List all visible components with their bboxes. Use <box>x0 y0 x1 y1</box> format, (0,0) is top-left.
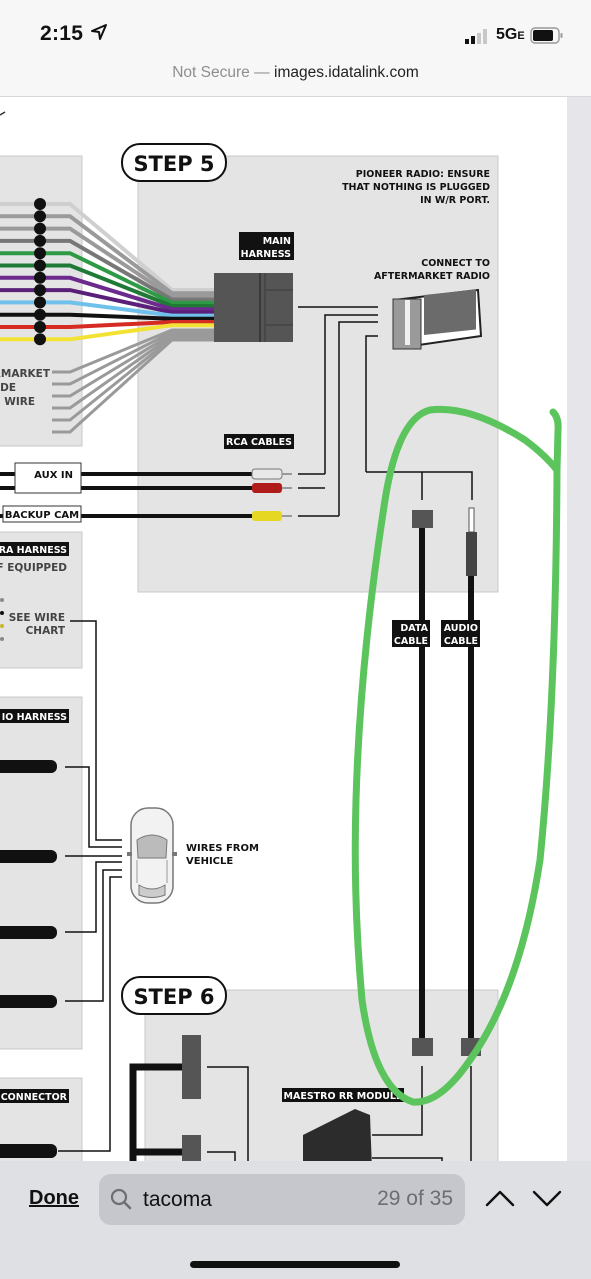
security-label: Not Secure — <box>172 64 270 81</box>
see-wire-2: CHART <box>26 625 66 637</box>
harness-plug-3 <box>0 926 57 939</box>
wire-junction-dot <box>34 333 46 346</box>
vehicle-label-2: VEHICLE <box>186 856 233 867</box>
vehicle-top-view-icon <box>127 807 177 904</box>
wiring-diagram-svg: MAIN HARNESS STEP 5 PIONEER RADIO: ENSUR… <box>0 111 562 1163</box>
cellular-signal-icon <box>465 29 487 44</box>
done-button[interactable]: Done <box>29 1187 79 1210</box>
audio-jack-tip <box>468 507 475 533</box>
data-cable-connector-top <box>412 510 433 528</box>
wire-junction-dot <box>34 284 46 297</box>
wiring-diagram: MAIN HARNESS STEP 5 PIONEER RADIO: ENSUR… <box>0 97 567 1163</box>
if-equipped-label: IF EQUIPPED <box>0 562 67 574</box>
harness-plug-4 <box>0 995 57 1008</box>
audio-cable-label-1: AUDIO <box>444 623 478 634</box>
url-host: images.idatalink.com <box>274 64 419 81</box>
data-cable-connector-bottom <box>412 1038 433 1056</box>
location-arrow-icon <box>91 24 107 40</box>
wire-junction-dot <box>34 198 46 210</box>
audio-cable-label-2: CABLE <box>444 636 478 647</box>
rca-label: RCA CABLES <box>226 437 292 448</box>
main-harness-label-1: MAIN <box>263 236 291 247</box>
wire-junction-dot <box>34 296 46 309</box>
find-in-page-bar: Done 29 of 35 <box>0 1161 591 1279</box>
chevron-down-icon[interactable] <box>530 1183 564 1213</box>
rca-yellow-plug <box>252 511 282 521</box>
pioneer-note-3: IN W/R PORT. <box>420 195 490 206</box>
match-count: 29 of 35 <box>377 1187 453 1210</box>
step6-badge-text: STEP 6 <box>133 985 214 1009</box>
connector-plug <box>0 1144 57 1158</box>
pioneer-note-1: PIONEER RADIO: ENSURE <box>356 169 490 180</box>
rca-white-plug <box>251 468 283 480</box>
home-indicator <box>190 1261 400 1268</box>
step6-connector-1 <box>182 1035 201 1099</box>
connect-label-1: CONNECT TO <box>421 258 490 269</box>
find-input[interactable] <box>143 1174 353 1225</box>
step5-badge-text: STEP 5 <box>133 152 214 176</box>
wire-junction-dot <box>34 259 46 272</box>
data-cable-label-1: DATA <box>400 623 428 634</box>
aux-in-label: AUX IN <box>34 470 73 481</box>
web-page[interactable]: MAIN HARNESS STEP 5 PIONEER RADIO: ENSUR… <box>0 97 591 1163</box>
wire-junction-dot <box>34 222 46 235</box>
step6-connector-2 <box>182 1135 201 1163</box>
url-bar[interactable]: Not Secure — images.idatalink.com <box>0 58 591 97</box>
network-type: 5GE <box>496 26 525 43</box>
harness-plug-1 <box>0 760 57 773</box>
status-bar: 2:15 5GE <box>0 0 591 58</box>
rca-red-plug <box>252 483 282 493</box>
audio-jack-body <box>466 532 477 576</box>
radio-harness-label: IO HARNESS <box>2 712 67 723</box>
aftermarket-text-3: O WIRE <box>0 396 35 408</box>
wire-junction-dot <box>34 271 46 284</box>
clock: 2:15 <box>40 22 84 45</box>
see-wire-1: SEE WIRE <box>9 612 65 624</box>
maestro-module-label: MAESTRO RR MODULE <box>284 1091 403 1102</box>
battery-icon <box>530 27 563 44</box>
wire-junction-dot <box>34 308 46 321</box>
main-harness-label-2: HARNESS <box>241 249 291 260</box>
wire-junction-dot <box>34 210 46 223</box>
aftermarket-text-2: IDE <box>0 382 16 394</box>
pioneer-note-2: THAT NOTHING IS PLUGGED <box>342 182 490 193</box>
backup-cam-label: BACKUP CAM <box>5 510 79 521</box>
vehicle-label-1: WIRES FROM <box>186 843 259 854</box>
connect-label-2: AFTERMARKET RADIO <box>374 271 490 282</box>
wire-junction-dot <box>34 321 46 333</box>
camera-harness-label: RA HARNESS <box>0 545 67 556</box>
find-search-field[interactable]: 29 of 35 <box>99 1174 465 1225</box>
data-cable-label-2: CABLE <box>394 636 428 647</box>
chevron-up-icon[interactable] <box>483 1183 517 1213</box>
harness-plug-2 <box>0 850 57 863</box>
main-harness-connector <box>214 273 293 342</box>
wire-junction-dot <box>34 234 46 247</box>
wire-junction-dot <box>34 247 46 260</box>
aftermarket-text-1: RMARKET <box>0 368 51 380</box>
search-icon <box>110 1188 132 1210</box>
step5-panel <box>137 155 499 593</box>
connector-label: CONNECTOR <box>1 1092 68 1103</box>
